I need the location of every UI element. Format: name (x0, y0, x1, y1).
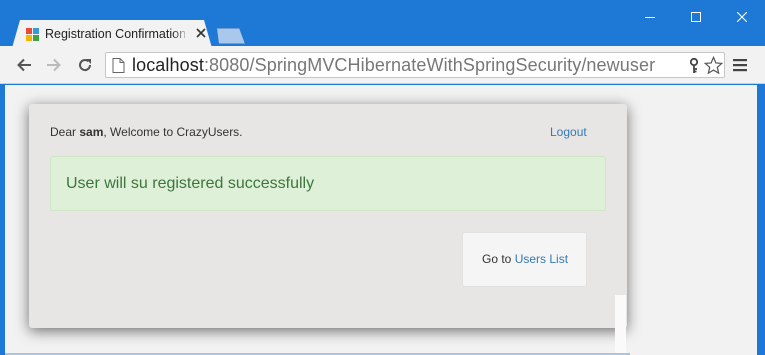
scroll-strip (615, 295, 626, 355)
menu-icon[interactable] (733, 57, 747, 73)
address-bar[interactable]: localhost:8080/SpringMVCHibernateWithSpr… (105, 52, 725, 78)
success-message: User will su registered successfully (66, 175, 315, 192)
window-close-icon[interactable] (719, 0, 765, 34)
url-host: localhost (132, 55, 204, 75)
welcome-message: Dear sam, Welcome to CrazyUsers. (50, 125, 243, 139)
browser-tab[interactable]: Registration Confirmation (12, 20, 212, 48)
tab-title-fade (172, 24, 190, 44)
forward-arrow-icon[interactable] (44, 55, 64, 75)
window-controls (627, 0, 765, 34)
maximize-icon[interactable] (673, 0, 719, 34)
new-tab-icon[interactable] (217, 28, 245, 44)
close-icon[interactable] (195, 27, 207, 39)
tab-title: Registration Confirmation (45, 27, 185, 41)
title-bar: Registration Confirmation (0, 0, 765, 48)
welcome-username: sam (79, 125, 104, 139)
frame-divider (5, 348, 630, 355)
welcome-prefix: Dear (50, 125, 80, 139)
page-icon (112, 58, 125, 73)
confirmation-panel: Dear sam, Welcome to CrazyUsers. Logout … (29, 104, 627, 328)
url-path: :8080/SpringMVCHibernateWithSpringSecuri… (203, 55, 656, 75)
page-viewport: Dear sam, Welcome to CrazyUsers. Logout … (5, 85, 757, 355)
browser-toolbar: localhost:8080/SpringMVCHibernateWithSpr… (0, 46, 765, 84)
welcome-suffix: , Welcome to CrazyUsers. (103, 125, 243, 139)
goto-panel: Go to Users List (462, 232, 587, 287)
key-icon[interactable] (688, 58, 700, 74)
goto-prefix: Go to (482, 252, 515, 266)
reload-icon[interactable] (75, 55, 95, 75)
browser-window: Registration Confirmation localhost:8080… (0, 0, 765, 355)
users-list-link[interactable]: Users List (515, 252, 568, 266)
url-text: localhost:8080/SpringMVCHibernateWithSpr… (132, 55, 655, 76)
back-arrow-icon[interactable] (14, 55, 34, 75)
star-icon[interactable] (704, 56, 723, 75)
spring-favicon-icon (26, 28, 39, 41)
logout-link[interactable]: Logout (550, 125, 587, 139)
minimize-icon[interactable] (627, 0, 673, 34)
goto-text: Go to Users List (482, 252, 568, 266)
success-alert: User will su registered successfully (50, 156, 606, 211)
